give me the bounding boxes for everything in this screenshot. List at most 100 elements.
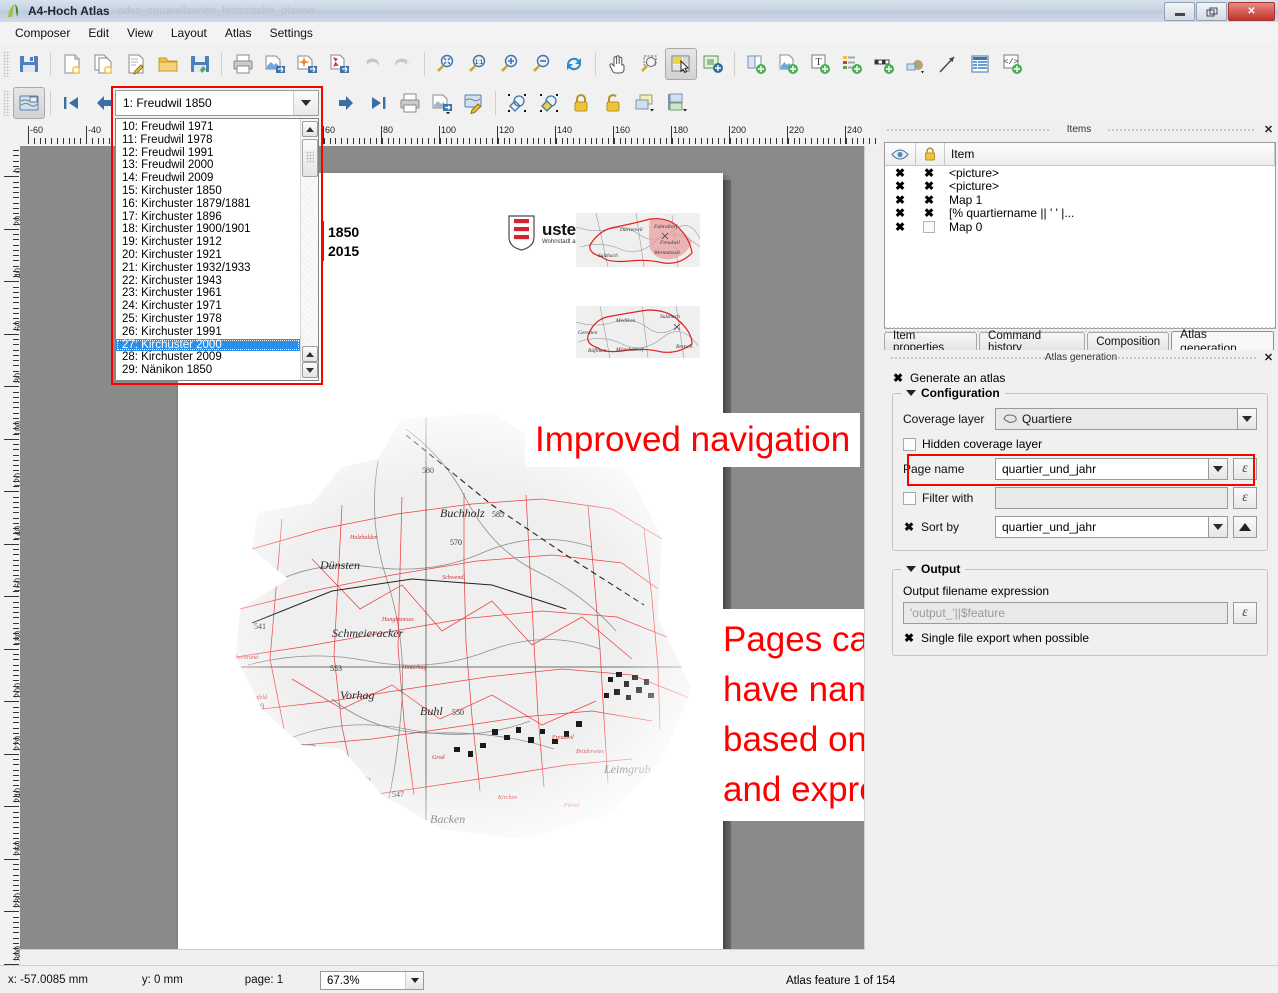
scrollbar-thumb[interactable] xyxy=(302,139,318,177)
add-legend-button[interactable] xyxy=(836,48,868,80)
add-shape-button[interactable] xyxy=(900,48,932,80)
canvas-horizontal-scrollbar[interactable] xyxy=(20,949,865,965)
epsilon-expression-icon[interactable]: ε xyxy=(1233,458,1257,480)
unlock-all-items-button[interactable] xyxy=(597,87,629,119)
atlas-next-feature-button[interactable] xyxy=(330,87,362,119)
export-pdf-button[interactable] xyxy=(323,48,355,80)
sort-by-checkbox[interactable]: ✖ xyxy=(903,521,915,533)
composer-manager-button[interactable] xyxy=(120,48,152,80)
sort-by-combo[interactable]: quartier_und_jahr xyxy=(995,516,1209,538)
filter-with-checkbox[interactable] xyxy=(903,492,916,505)
chevron-down-icon[interactable] xyxy=(1209,516,1228,538)
list-item[interactable]: 10: Freudwil 1971 xyxy=(116,121,300,134)
table-row[interactable]: ✖ ✖ Map 1 xyxy=(885,193,1275,207)
atlas-print-button[interactable] xyxy=(394,87,426,119)
table-row[interactable]: ✖ Map 0 xyxy=(885,220,1275,234)
toolbar-grip[interactable] xyxy=(3,90,10,116)
list-item[interactable]: 12: Freudwil 1991 xyxy=(116,147,300,160)
atlas-preview-button[interactable] xyxy=(13,87,45,119)
dropdown-scrollbar[interactable] xyxy=(300,119,318,380)
list-item[interactable]: 11: Freudwil 1978 xyxy=(116,134,300,147)
zoom-out-button[interactable] xyxy=(526,48,558,80)
add-attribute-table-button[interactable] xyxy=(964,48,996,80)
list-item[interactable]: 23: Kirchuster 1961 xyxy=(116,287,300,300)
chevron-down-icon[interactable] xyxy=(1238,408,1257,430)
add-html-frame-button[interactable]: </> xyxy=(996,48,1028,80)
ungroup-items-button[interactable] xyxy=(533,87,565,119)
single-file-export-row[interactable]: ✖ Single file export when possible xyxy=(903,631,1257,645)
refresh-view-button[interactable] xyxy=(558,48,590,80)
atlas-last-feature-button[interactable] xyxy=(362,87,394,119)
chevron-down-icon[interactable] xyxy=(906,390,916,396)
sort-ascending-icon[interactable] xyxy=(1233,516,1257,538)
list-item[interactable]: 16: Kirchuster 1879/1881 xyxy=(116,198,300,211)
close-icon[interactable]: ✕ xyxy=(1262,351,1275,364)
duplicate-composition-button[interactable] xyxy=(88,48,120,80)
single-file-export-checkbox[interactable]: ✖ xyxy=(903,632,915,644)
row-visibility-toggle[interactable]: ✖ xyxy=(885,195,915,205)
align-items-button[interactable] xyxy=(661,87,693,119)
scroll-up-icon-2[interactable] xyxy=(302,346,318,362)
menu-composer[interactable]: Composer xyxy=(6,23,79,43)
canvas-vertical-scrollbar[interactable] xyxy=(864,146,880,965)
table-row[interactable]: ✖ ✖ <picture> xyxy=(885,166,1275,180)
chevron-down-icon[interactable] xyxy=(293,91,318,115)
items-panel[interactable]: Item ✖ ✖ <picture> ✖ ✖ <picture> ✖ ✖ Map… xyxy=(884,142,1276,329)
pan-composition-button[interactable] xyxy=(601,48,633,80)
atlas-feature-combo[interactable]: 1: Freudwil 1850 xyxy=(115,90,319,116)
menu-view[interactable]: View xyxy=(118,23,162,43)
new-composition-button[interactable] xyxy=(56,48,88,80)
atlas-export-button[interactable] xyxy=(426,87,458,119)
list-item[interactable]: 15: Kirchuster 1850 xyxy=(116,185,300,198)
filter-with-input[interactable] xyxy=(995,487,1228,509)
eye-icon[interactable] xyxy=(885,143,916,165)
tab-atlas-generation[interactable]: Atlas generation xyxy=(1171,331,1274,350)
raise-items-button[interactable] xyxy=(629,87,661,119)
table-row[interactable]: ✖ ✖ [% quartiername || ' ' |... xyxy=(885,207,1275,221)
zoom-actual-button[interactable]: 1:1 xyxy=(462,48,494,80)
tab-composition[interactable]: Composition xyxy=(1087,332,1169,350)
list-item[interactable]: 28: Kirchuster 2009 xyxy=(116,351,300,364)
add-scalebar-button[interactable] xyxy=(868,48,900,80)
zoom-level-combo[interactable]: 67.3% xyxy=(320,971,424,990)
list-item[interactable]: 24: Kirchuster 1971 xyxy=(116,300,300,313)
tab-item-properties[interactable]: Item properties xyxy=(884,332,977,350)
add-image-button[interactable] xyxy=(772,48,804,80)
row-visibility-toggle[interactable]: ✖ xyxy=(885,181,915,191)
configuration-group-title[interactable]: Configuration xyxy=(901,386,1005,400)
close-button[interactable]: ✕ xyxy=(1228,2,1275,21)
menu-settings[interactable]: Settings xyxy=(261,23,322,43)
save-template-button[interactable] xyxy=(184,48,216,80)
list-item[interactable]: 14: Freudwil 2009 xyxy=(116,172,300,185)
chevron-down-icon[interactable] xyxy=(906,566,916,572)
list-item[interactable]: 21: Kirchuster 1932/1933 xyxy=(116,262,300,275)
atlas-first-feature-button[interactable] xyxy=(56,87,88,119)
print-button[interactable] xyxy=(227,48,259,80)
list-item[interactable]: 17: Kirchuster 1896 xyxy=(116,211,300,224)
epsilon-expression-icon[interactable]: ε xyxy=(1233,602,1257,624)
menu-edit[interactable]: Edit xyxy=(79,23,118,43)
list-item[interactable]: 29: Nänikon 1850 xyxy=(116,364,300,377)
group-items-button[interactable] xyxy=(501,87,533,119)
output-group-title[interactable]: Output xyxy=(901,562,965,576)
hidden-coverage-checkbox[interactable] xyxy=(903,438,916,451)
page-name-input[interactable]: quartier_und_jahr xyxy=(995,458,1209,480)
list-item-selected[interactable]: 27: Kirchuster 2000 xyxy=(116,339,300,352)
output-filename-input[interactable]: 'output_'||$feature xyxy=(903,602,1228,624)
add-arrow-button[interactable] xyxy=(932,48,964,80)
zoom-full-button[interactable] xyxy=(430,48,462,80)
export-image-button[interactable] xyxy=(259,48,291,80)
load-template-button[interactable] xyxy=(152,48,184,80)
row-visibility-toggle[interactable]: ✖ xyxy=(885,208,915,218)
row-visibility-toggle[interactable]: ✖ xyxy=(885,222,915,232)
lock-items-button[interactable] xyxy=(565,87,597,119)
save-composition-button[interactable] xyxy=(13,48,45,80)
restore-button[interactable] xyxy=(1196,2,1227,21)
select-move-item-button[interactable] xyxy=(665,48,697,80)
coverage-layer-combo[interactable]: Quartiere xyxy=(995,408,1238,430)
atlas-feature-dropdown-list[interactable]: 10: Freudwil 1971 11: Freudwil 1978 12: … xyxy=(115,118,319,381)
toolbar-grip[interactable] xyxy=(3,51,10,77)
hidden-coverage-row[interactable]: Hidden coverage layer xyxy=(903,437,1257,451)
add-new-page-button[interactable] xyxy=(740,48,772,80)
lock-icon[interactable] xyxy=(916,143,945,165)
